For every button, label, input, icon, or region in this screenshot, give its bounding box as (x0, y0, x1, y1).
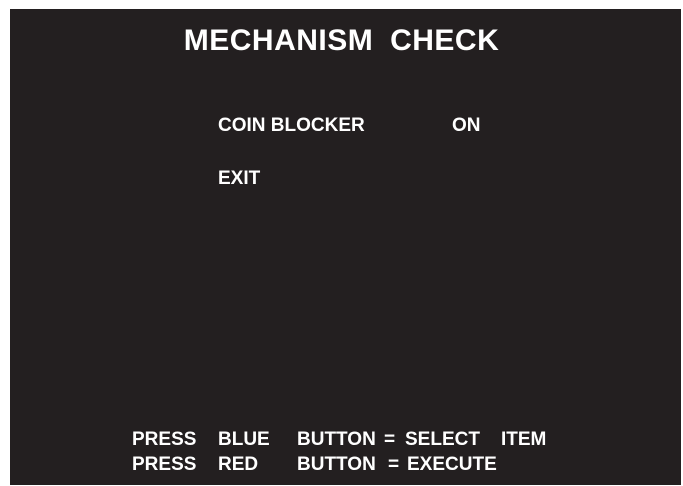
page-title: MECHANISM CHECK (183, 24, 500, 57)
menu-item-exit[interactable]: EXIT (218, 168, 260, 190)
coin-blocker-value[interactable]: ON (452, 115, 481, 137)
instruction-action-2: ITEM (501, 429, 547, 450)
instruction-press: PRESS (132, 429, 197, 450)
instruction-action: SELECT (405, 429, 480, 450)
instruction-color: BLUE (218, 429, 270, 450)
instruction-equals: = (388, 454, 400, 475)
instruction-button: BUTTON (297, 429, 376, 450)
instruction-button: BUTTON (297, 454, 376, 475)
instruction-color: RED (218, 454, 259, 475)
instruction-action: EXECUTE (407, 454, 497, 475)
mechanism-check-screen: MECHANISM CHECK COIN BLOCKER ON EXIT PRE… (10, 9, 681, 485)
menu-item-coin-blocker[interactable]: COIN BLOCKER (218, 115, 365, 137)
instruction-press: PRESS (132, 454, 197, 475)
instruction-equals: = (384, 429, 396, 450)
